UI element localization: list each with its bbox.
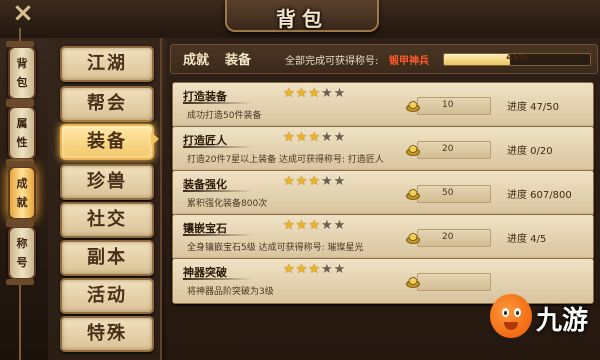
reward-box (406, 273, 491, 291)
achievement-card[interactable]: 镶嵌宝石 ★★★★★ 全身镶嵌宝石5级 达成可获得称号: 璀璨星光 20 进度 4/5 (172, 214, 594, 260)
name-underline (183, 234, 253, 236)
completion-reward-label: 全部完成可获得称号: (285, 56, 379, 67)
gold-ingot-icon (406, 145, 420, 156)
tab-guild[interactable]: 帮会 (60, 86, 154, 122)
title-bar: × 背包 (0, 0, 600, 38)
gold-ingot-icon (406, 189, 420, 200)
star-filled-icon: ★ (295, 218, 309, 233)
star-empty-icon: ★ (333, 86, 347, 101)
close-button[interactable]: × (8, 0, 38, 26)
star-filled-icon: ★ (283, 218, 296, 233)
star-filled-icon: ★ (308, 86, 321, 101)
achievement-header: 成就 装备 全部完成可获得称号: 锻甲神兵 45% (170, 44, 598, 74)
star-filled-icon: ★ (308, 262, 321, 277)
star-filled-icon: ★ (295, 262, 309, 277)
reward-box: 10 (406, 97, 491, 115)
star-empty-icon: ★ (320, 86, 334, 101)
watermark: 九游 (488, 290, 598, 358)
lantern-label: 成就 (16, 177, 28, 209)
achievement-description: 将神器品阶突破为3级 (187, 287, 274, 297)
star-rating: ★★★★★ (283, 174, 346, 189)
lantern-bag[interactable]: 背包 (6, 41, 36, 105)
active-tab-arrow-icon (151, 132, 159, 146)
star-empty-icon: ★ (333, 130, 347, 145)
star-empty-icon: ★ (333, 218, 347, 233)
achievement-progress: 进度 4/5 (507, 234, 547, 245)
achievement-card[interactable]: 打造装备 ★★★★★ 成功打造50件装备 10 进度 47/50 (172, 82, 594, 128)
star-empty-icon: ★ (320, 174, 334, 189)
tab-equipment[interactable]: 装备 (60, 124, 154, 160)
star-filled-icon: ★ (283, 86, 296, 101)
achievement-description: 全身镶嵌宝石5级 达成可获得称号: 璀璨星光 (187, 243, 364, 253)
star-filled-icon: ★ (308, 174, 321, 189)
name-underline (183, 146, 253, 148)
star-empty-icon: ★ (320, 218, 334, 233)
game-screen: × 背包 背包 属性 成就 称号 江湖 帮会 装备 珍兽 社交 副本 活动 特殊 (0, 0, 600, 360)
star-rating: ★★★★★ (283, 86, 346, 101)
tab-social[interactable]: 社交 (60, 202, 154, 238)
star-filled-icon: ★ (295, 86, 309, 101)
lantern-achievements[interactable]: 成就 (6, 161, 36, 225)
achievement-description: 成功打造50件装备 (187, 111, 262, 121)
lantern-titles[interactable]: 称号 (6, 221, 36, 285)
reward-value: 20 (442, 144, 454, 154)
reward-value: 10 (442, 100, 454, 110)
star-filled-icon: ★ (283, 174, 296, 189)
mascot-eye-icon (514, 308, 521, 317)
achievement-progress: 进度 47/50 (507, 102, 559, 113)
star-filled-icon: ★ (308, 218, 321, 233)
name-underline (183, 278, 253, 280)
jiuyou-mascot-logo (490, 294, 532, 338)
category-tab-panel: 江湖 帮会 装备 珍兽 社交 副本 活动 特殊 (48, 38, 162, 360)
tab-special[interactable]: 特殊 (60, 316, 154, 352)
achievement-description: 累积强化装备800次 (187, 199, 268, 209)
lantern-label: 属性 (16, 117, 28, 149)
achievement-progress: 进度 0/20 (507, 146, 553, 157)
reward-box: 20 (406, 229, 491, 247)
star-empty-icon: ★ (333, 174, 347, 189)
tab-dungeon[interactable]: 副本 (60, 240, 154, 276)
lantern-label: 称号 (16, 237, 28, 269)
achievement-card[interactable]: 装备强化 ★★★★★ 累积强化装备800次 50 进度 607/800 (172, 170, 594, 216)
sub-tab-achievement[interactable]: 成就 (183, 49, 209, 68)
name-underline (183, 102, 253, 104)
lantern-attributes[interactable]: 属性 (6, 101, 36, 165)
gold-ingot-icon (406, 101, 420, 112)
star-rating: ★★★★★ (283, 218, 346, 233)
overall-progress-text: 45% (506, 53, 528, 63)
lantern-column: 背包 属性 成就 称号 (0, 28, 42, 360)
star-filled-icon: ★ (308, 130, 321, 145)
tab-pets[interactable]: 珍兽 (60, 164, 154, 200)
star-filled-icon: ★ (295, 130, 309, 145)
reward-value: 50 (442, 188, 454, 198)
star-filled-icon: ★ (283, 130, 296, 145)
lantern-label: 背包 (16, 57, 28, 89)
gold-ingot-icon (406, 277, 420, 288)
name-underline (183, 190, 253, 192)
achievement-progress: 进度 607/800 (507, 190, 572, 201)
star-empty-icon: ★ (320, 130, 334, 145)
reward-box: 20 (406, 141, 491, 159)
tab-events[interactable]: 活动 (60, 278, 154, 314)
star-filled-icon: ★ (295, 174, 309, 189)
star-empty-icon: ★ (320, 262, 334, 277)
reward-value: 20 (442, 232, 454, 242)
tab-jianghu[interactable]: 江湖 (60, 46, 154, 82)
achievement-description: 打造20件7星以上装备 达成可获得称号: 打造匠人 (187, 155, 384, 165)
star-empty-icon: ★ (333, 262, 347, 277)
overall-progress-bar: 45% (443, 53, 591, 66)
star-rating: ★★★★★ (283, 130, 346, 145)
reward-box: 50 (406, 185, 491, 203)
gold-ingot-icon (406, 233, 420, 244)
achievement-card[interactable]: 打造匠人 ★★★★★ 打造20件7星以上装备 达成可获得称号: 打造匠人 20 进度 0… (172, 126, 594, 172)
title-plate: 背包 (225, 0, 379, 32)
sub-tab-equipment[interactable]: 装备 (225, 49, 251, 68)
watermark-text: 九游 (536, 306, 589, 336)
star-rating: ★★★★★ (283, 262, 346, 277)
mascot-eye-icon (502, 308, 509, 317)
completion-reward-title: 锻甲神兵 (389, 56, 429, 67)
mascot-mouth-icon (504, 322, 518, 330)
window-title: 背包 (276, 7, 328, 31)
star-filled-icon: ★ (283, 262, 296, 277)
